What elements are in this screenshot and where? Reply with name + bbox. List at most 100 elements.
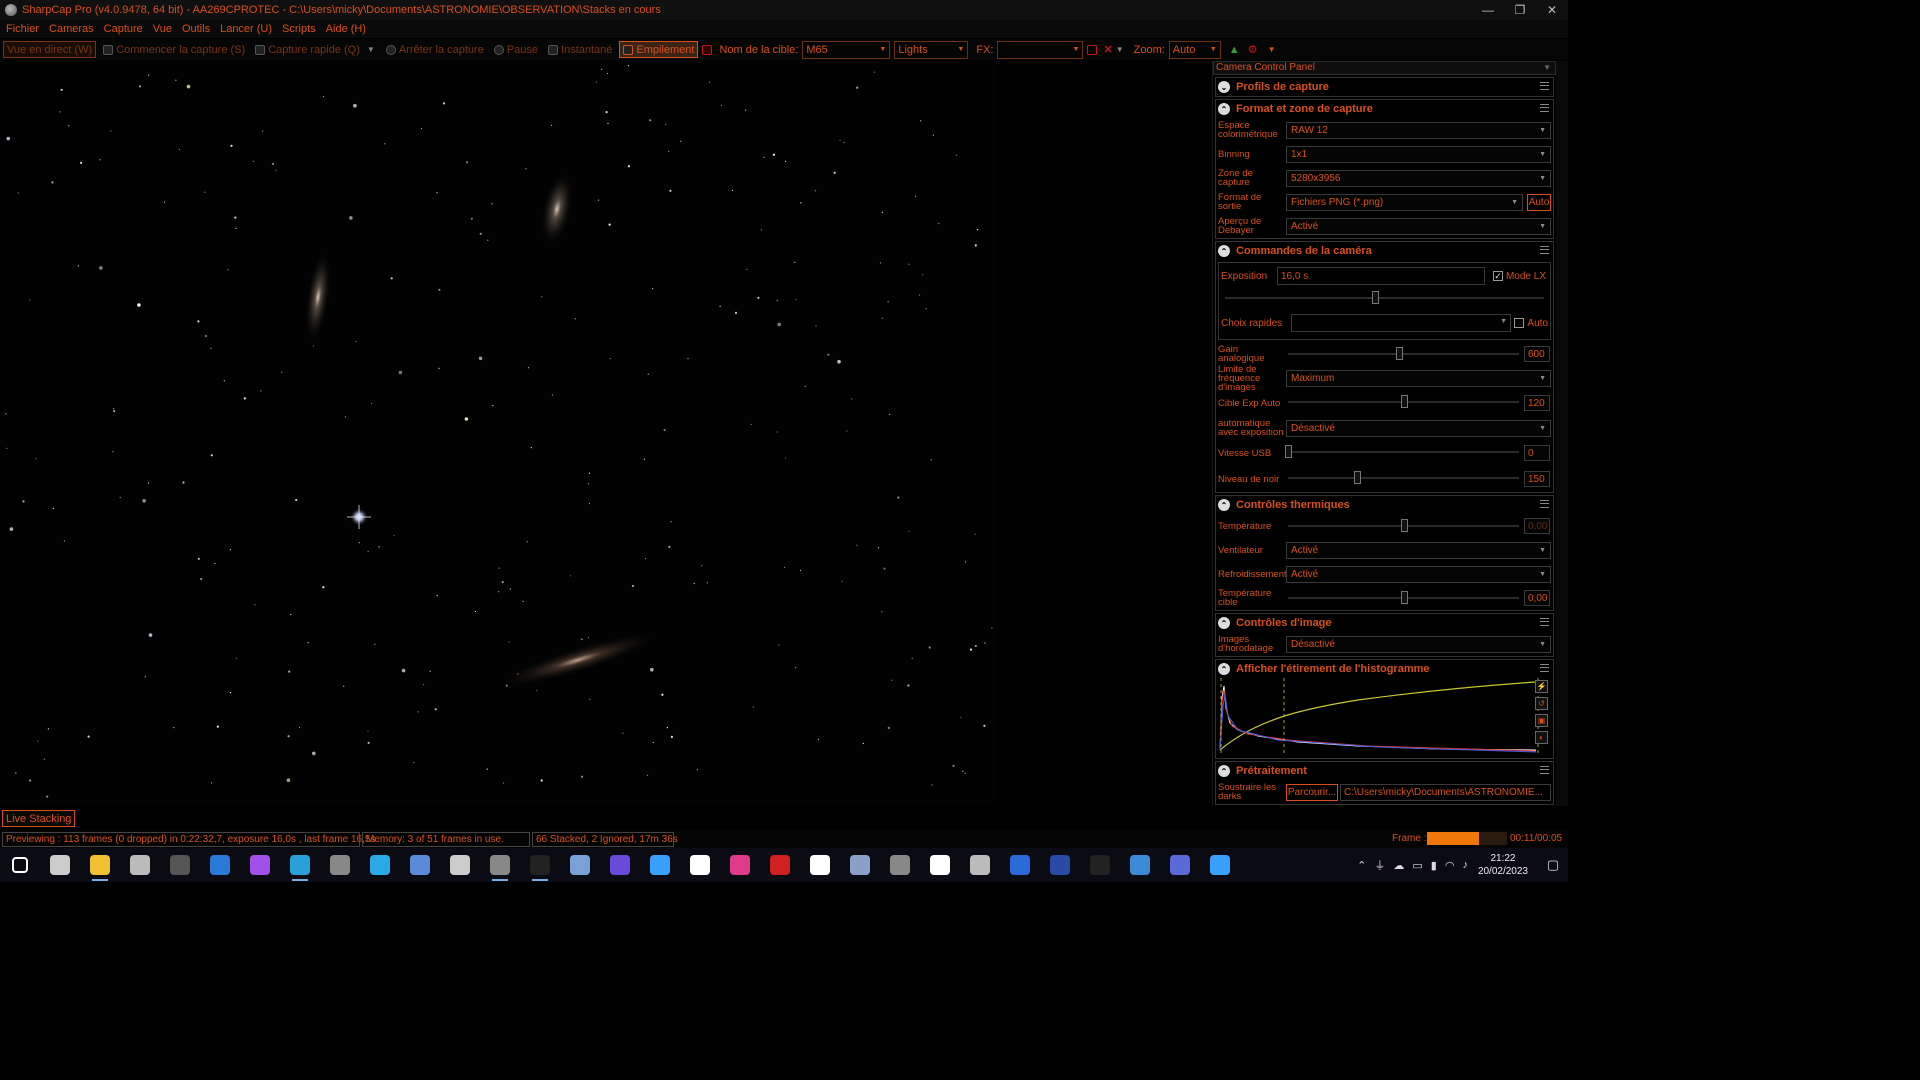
preprocessing-header[interactable]: ⌃ Prétraitement [1216,762,1553,780]
taskbar-windows-start[interactable] [0,848,40,882]
fan-combo[interactable]: Activé ▼ [1286,541,1551,559]
chevron-down-icon[interactable]: ▼ [1268,45,1276,54]
histogram-icon[interactable]: ▲ [1229,44,1240,56]
taskbar-app-9[interactable] [320,848,360,882]
target-exp-value-input[interactable]: 120 [1524,395,1550,411]
capture-zone-combo[interactable]: 5280x3956 ▼ [1286,169,1551,187]
taskbar-app-22[interactable] [840,848,880,882]
menu-icon[interactable] [1540,500,1549,508]
binning-combo[interactable]: 1x1 ▼ [1286,145,1551,163]
taskbar-app-27[interactable] [1040,848,1080,882]
taskbar-app-18[interactable] [680,848,720,882]
black-level-value-input[interactable]: 150 [1524,471,1550,487]
menu-icon[interactable] [1540,766,1549,774]
exposure-slider-thumb[interactable] [1371,291,1379,304]
menu-aide[interactable]: Aide (H) [326,23,366,35]
taskbar-app-15[interactable] [560,848,600,882]
taskbar-app-11[interactable] [400,848,440,882]
taskbar-app-24[interactable] [920,848,960,882]
quick-auto-toggle[interactable]: Auto [1514,318,1548,329]
menu-icon[interactable] [1540,664,1549,672]
taskbar-app-26[interactable] [1000,848,1040,882]
menu-icon[interactable] [1540,82,1549,90]
taskbar-file-explorer[interactable] [80,848,120,882]
close-button[interactable]: ✕ [1536,0,1568,20]
menu-scripts[interactable]: Scripts [282,23,316,35]
camera-controls-header[interactable]: ⌃ Commandes de la caméra [1216,242,1553,260]
reset-icon[interactable]: ↺ [1535,697,1548,710]
quick-auto-checkbox[interactable] [1514,318,1525,328]
contrast-icon[interactable]: ◐ [1535,731,1548,744]
format-header[interactable]: ⌃ Format et zone de capture [1216,100,1553,118]
start-capture-button[interactable]: Commencer la capture (S) [100,41,248,58]
menu-icon[interactable] [1540,104,1549,112]
stop-capture-button[interactable]: Arrêter la capture [383,41,487,58]
target-temperature-slider-thumb[interactable] [1400,591,1408,604]
stacking-button[interactable]: Empilement [619,41,699,58]
target-name-combo[interactable]: M65 ▼ [802,40,891,59]
histogram-display[interactable]: ⚡ ↺ ▣ ◐ [1218,678,1551,758]
taskbar-pixinsight[interactable] [520,848,560,882]
minimize-button[interactable]: — [1472,0,1504,20]
panel-scrollbar[interactable] [1556,61,1568,806]
lx-mode-checkbox[interactable]: ✓ [1492,271,1503,281]
taskbar-app-25[interactable] [960,848,1000,882]
usb-speed-slider-thumb[interactable] [1285,445,1292,458]
chevron-up-icon[interactable]: ⌃ [1218,499,1230,511]
exposure-input[interactable]: 16,0 s [1277,267,1485,285]
menu-lancer[interactable]: Lancer (U) [220,23,272,35]
fx-combo[interactable]: ▼ [997,40,1084,59]
taskbar-app-23[interactable] [880,848,920,882]
taskbar-app-29[interactable] [1120,848,1160,882]
chevron-up-icon[interactable]: ⌃ [1218,617,1230,629]
battery-icon[interactable]: ▮ [1431,859,1437,872]
target-exp-slider[interactable] [1288,395,1519,408]
live-stacking-tab[interactable]: Live Stacking [2,810,76,827]
taskbar-app-17[interactable] [640,848,680,882]
taskbar-app-19[interactable] [720,848,760,882]
taskbar-mail[interactable] [200,848,240,882]
chevron-up-icon[interactable]: ⌃ [1218,245,1230,257]
taskbar-app-28[interactable] [1080,848,1120,882]
snapshot-button[interactable]: Instantané [545,41,615,58]
taskbar-app-20[interactable] [760,848,800,882]
target-temperature-slider[interactable] [1288,591,1519,604]
wifi-icon[interactable]: ◠ [1445,859,1455,872]
taskbar-app-30[interactable] [1160,848,1200,882]
chevron-up-icon[interactable]: ⌃ [1218,765,1230,777]
taskbar-app-12[interactable] [440,848,480,882]
capture-profiles-header[interactable]: ⌄ Profils de capture [1216,78,1553,96]
output-format-combo[interactable]: Fichiers PNG (*.png) ▼ [1286,193,1523,211]
black-level-slider[interactable] [1288,471,1519,484]
taskbar-stellarium[interactable] [600,848,640,882]
gain-slider-thumb[interactable] [1395,347,1403,360]
image-viewport[interactable] [0,61,998,806]
volume-icon[interactable]: ♪ [1462,859,1468,871]
taskbar-app-31[interactable] [1200,848,1240,882]
menu-icon[interactable] [1540,246,1549,254]
taskbar-app-10[interactable] [360,848,400,882]
taskbar-app-21[interactable] [800,848,840,882]
notifications-icon[interactable]: ▢ [1538,848,1568,882]
usb-icon[interactable]: ⏚ [1374,857,1385,873]
menu-icon[interactable] [1540,618,1549,626]
chevron-up-icon[interactable]: ⌃ [1357,859,1366,872]
darks-path-combo[interactable]: C:\Users\micky\Documents\ASTRONOMIE... [1340,783,1551,801]
zoom-combo[interactable]: Auto ▼ [1168,40,1221,59]
menu-outils[interactable]: Outils [182,23,210,35]
chevron-down-icon[interactable]: ▼ [367,45,375,54]
usb-speed-slider[interactable] [1285,445,1519,458]
display-icon[interactable]: ▭ [1412,859,1422,872]
taskbar-messenger[interactable] [240,848,280,882]
exposure-slider[interactable] [1225,291,1544,304]
colorspace-combo[interactable]: RAW 12 ▼ [1286,121,1551,139]
image-controls-header[interactable]: ⌃ Contrôles d'image [1216,614,1553,632]
gain-slider[interactable] [1288,347,1519,360]
histogram-header[interactable]: ⌃ Afficher l'étirement de l'histogramme [1216,660,1553,678]
black-level-slider-thumb[interactable] [1354,471,1362,484]
lx-mode-toggle[interactable]: ✓ Mode LX [1492,271,1546,282]
quick-choice-combo[interactable]: ▼ [1291,314,1511,332]
chevron-down-icon[interactable]: ▼ [1543,62,1551,74]
taskbar-notion[interactable] [160,848,200,882]
crosshair-icon[interactable]: ✕ [1103,43,1112,56]
